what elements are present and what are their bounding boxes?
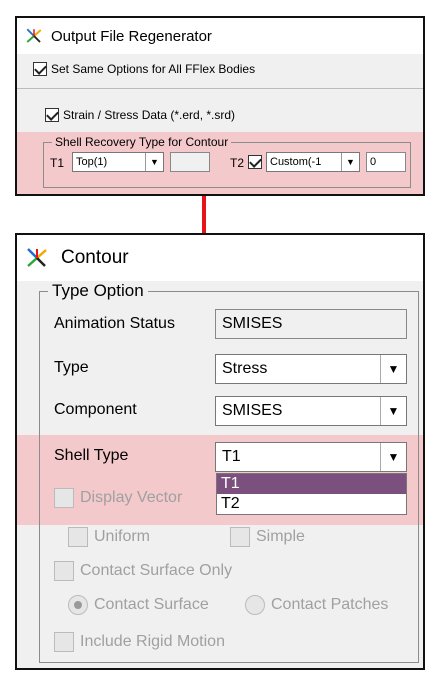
- contour-panel: Contour Type Option Animation Status SMI…: [15, 233, 425, 670]
- same-options-checkbox[interactable]: [33, 62, 47, 76]
- same-options-label: Set Same Options for All FFlex Bodies: [51, 62, 256, 76]
- contact-surface-only-row[interactable]: Contact Surface Only: [54, 561, 232, 581]
- shell-type-dropdown-list: T1 T2: [216, 473, 407, 515]
- shell-type-label: Shell Type: [54, 447, 129, 464]
- type-select[interactable]: Stress ▼: [215, 354, 407, 384]
- app-logo-icon: [27, 248, 47, 267]
- shell-type-option-t1[interactable]: T1: [217, 474, 406, 494]
- shell-type-option-t2[interactable]: T2: [217, 494, 406, 514]
- chevron-down-icon[interactable]: ▼: [380, 355, 406, 383]
- t2-select-value: Custom(-1: [270, 156, 322, 168]
- contact-patches-radio[interactable]: [245, 595, 265, 615]
- output-dialog-title: Output File Regenerator: [51, 27, 212, 45]
- strain-stress-checkbox[interactable]: [45, 108, 59, 122]
- t2-select[interactable]: Custom(-1 ▼: [266, 152, 360, 172]
- output-file-regenerator-panel: Output File Regenerator Set Same Options…: [15, 16, 425, 196]
- display-vector-checkbox[interactable]: [54, 488, 74, 508]
- t2-label: T2: [230, 156, 245, 170]
- component-label: Component: [54, 401, 137, 418]
- simple-label: Simple: [256, 528, 305, 545]
- include-rigid-motion-label: Include Rigid Motion: [80, 633, 225, 650]
- contact-surface-label: Contact Surface: [94, 596, 209, 613]
- t1-extra-field: [170, 152, 210, 172]
- shell-type-select[interactable]: T1 ▼: [215, 442, 407, 472]
- t2-checkbox[interactable]: [248, 155, 262, 169]
- simple-row[interactable]: Simple: [230, 527, 305, 547]
- display-vector-row[interactable]: Display Vector: [54, 488, 182, 508]
- uniform-checkbox[interactable]: [68, 527, 88, 547]
- display-vector-label: Display Vector: [80, 489, 183, 506]
- component-select[interactable]: SMISES ▼: [215, 396, 407, 426]
- type-select-value: Stress: [222, 360, 268, 377]
- contact-surface-radio-row[interactable]: Contact Surface: [68, 595, 209, 615]
- t2-number-field[interactable]: 0: [366, 152, 406, 172]
- chevron-down-icon[interactable]: ▼: [380, 443, 406, 471]
- animation-status-field: SMISES: [215, 309, 407, 339]
- divider: [17, 88, 423, 89]
- contact-surface-radio[interactable]: [68, 595, 88, 615]
- t1-label: T1: [50, 156, 65, 170]
- uniform-row[interactable]: Uniform: [68, 527, 150, 547]
- contact-patches-label: Contact Patches: [271, 596, 389, 613]
- strain-stress-label: Strain / Stress Data (*.erd, *.srd): [63, 108, 236, 122]
- animation-status-label: Animation Status: [54, 315, 175, 332]
- same-options-row[interactable]: Set Same Options for All FFlex Bodies: [33, 62, 255, 76]
- shell-type-select-value: T1: [222, 448, 241, 465]
- component-select-value: SMISES: [222, 402, 283, 419]
- app-logo-icon: [26, 28, 42, 43]
- chevron-down-icon[interactable]: ▼: [341, 153, 359, 171]
- t1-select-value: Top(1): [76, 156, 108, 168]
- chevron-down-icon[interactable]: ▼: [145, 153, 163, 171]
- shell-recovery-group-title: Shell Recovery Type for Contour: [52, 135, 232, 149]
- shell-recovery-group: Shell Recovery Type for Contour T1 Top(1…: [43, 135, 411, 188]
- contact-surface-only-label: Contact Surface Only: [80, 562, 233, 579]
- simple-checkbox[interactable]: [230, 527, 250, 547]
- include-rigid-motion-checkbox[interactable]: [54, 632, 74, 652]
- uniform-label: Uniform: [94, 528, 151, 545]
- contact-surface-only-checkbox[interactable]: [54, 561, 74, 581]
- chevron-down-icon[interactable]: ▼: [380, 397, 406, 425]
- contour-dialog-title: Contour: [61, 247, 129, 268]
- type-option-group: Type Option Animation Status SMISES Type…: [39, 281, 419, 663]
- t1-select[interactable]: Top(1) ▼: [72, 152, 164, 172]
- contour-title-bar: Contour: [17, 235, 423, 281]
- include-rigid-motion-row[interactable]: Include Rigid Motion: [54, 632, 225, 652]
- output-title-bar: Output File Regenerator: [17, 18, 423, 54]
- contact-patches-radio-row[interactable]: Contact Patches: [245, 595, 388, 615]
- type-label: Type: [54, 359, 89, 376]
- type-option-group-title: Type Option: [48, 281, 148, 301]
- strain-stress-row[interactable]: Strain / Stress Data (*.erd, *.srd): [45, 108, 235, 122]
